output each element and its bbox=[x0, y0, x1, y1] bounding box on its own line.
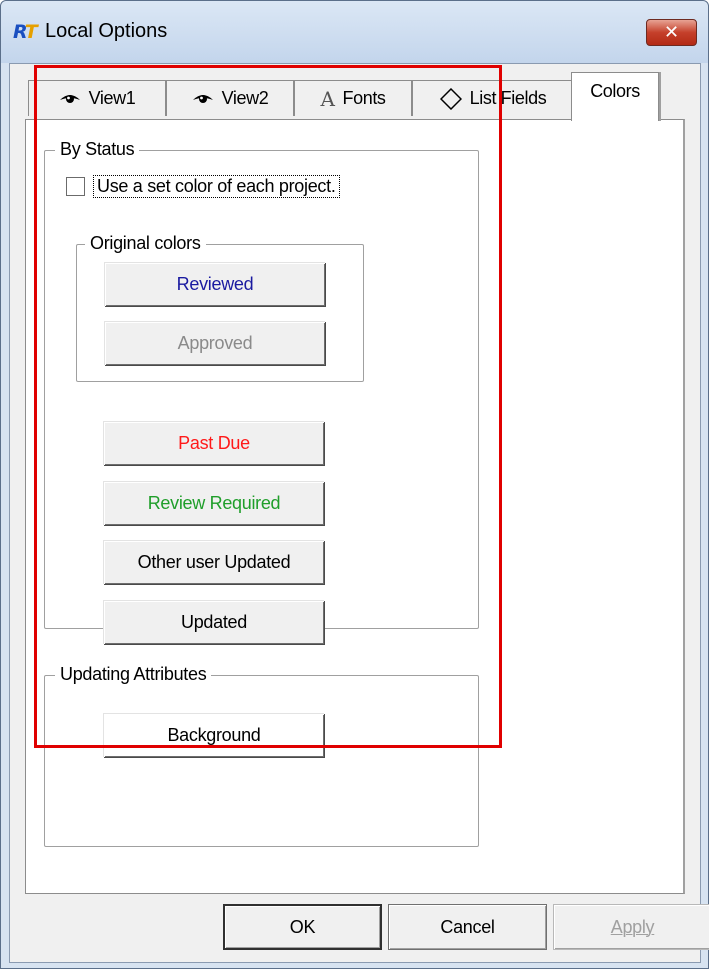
by-status-label: By Status bbox=[55, 138, 140, 160]
tab-label: Fonts bbox=[342, 88, 386, 108]
cancel-button[interactable]: Cancel bbox=[388, 904, 547, 950]
window-title: Local Options bbox=[45, 20, 168, 42]
eye-icon bbox=[192, 92, 214, 106]
original-colors-group: Original colors Reviewed Approved bbox=[76, 232, 364, 382]
past-due-color-button[interactable]: Past Due bbox=[103, 421, 324, 465]
local-options-dialog: RT Local Options ✕ View1 View2 A Fonts L… bbox=[0, 0, 709, 969]
background-label: Background bbox=[167, 725, 261, 745]
tab-colors[interactable]: Colors bbox=[571, 72, 659, 121]
tab-label: List Fields bbox=[469, 88, 547, 108]
approved-label: Approved bbox=[177, 333, 253, 353]
app-logo-icon: RT bbox=[13, 21, 38, 43]
tab-label: Colors bbox=[590, 80, 640, 101]
review-required-color-button[interactable]: Review Required bbox=[103, 481, 324, 525]
other-user-updated-color-button[interactable]: Other user Updated bbox=[103, 540, 324, 584]
original-colors-label: Original colors bbox=[85, 232, 206, 254]
apply-button[interactable]: Apply bbox=[553, 904, 709, 950]
close-button[interactable]: ✕ bbox=[646, 19, 697, 46]
reviewed-label: Reviewed bbox=[176, 274, 254, 294]
cancel-label: Cancel bbox=[440, 916, 495, 937]
tab-label: View1 bbox=[88, 88, 136, 108]
font-icon: A bbox=[320, 86, 335, 111]
review-required-label: Review Required bbox=[147, 493, 281, 513]
background-color-button[interactable]: Background bbox=[103, 713, 324, 757]
use-set-color-checkbox[interactable] bbox=[66, 177, 85, 196]
tab-view2[interactable]: View2 bbox=[166, 80, 294, 116]
tab-view1[interactable]: View1 bbox=[28, 80, 166, 116]
tab-list-fields[interactable]: List Fields bbox=[412, 80, 574, 116]
apply-label: Apply bbox=[610, 916, 655, 937]
ok-label: OK bbox=[289, 916, 316, 937]
past-due-label: Past Due bbox=[178, 433, 250, 453]
by-status-group: By Status Use a set color of each projec… bbox=[44, 138, 479, 644]
reviewed-color-button[interactable]: Reviewed bbox=[104, 262, 325, 306]
colors-tab-panel: By Status Use a set color of each projec… bbox=[25, 119, 685, 894]
use-set-color-checkbox-row[interactable]: Use a set color of each project. bbox=[66, 175, 340, 198]
tab-fonts[interactable]: A Fonts bbox=[294, 80, 412, 116]
diamond-icon bbox=[439, 87, 462, 110]
updating-attributes-label: Updating Attributes bbox=[55, 663, 212, 685]
title-bar: RT Local Options ✕ bbox=[1, 1, 708, 63]
ok-button[interactable]: OK bbox=[223, 904, 382, 950]
updating-attributes-group: Updating Attributes Background bbox=[44, 663, 479, 847]
use-set-color-label[interactable]: Use a set color of each project. bbox=[93, 175, 340, 198]
updated-color-button[interactable]: Updated bbox=[103, 600, 324, 644]
dialog-client-area: View1 View2 A Fonts List Fields Colors B… bbox=[9, 63, 701, 963]
approved-color-button[interactable]: Approved bbox=[104, 321, 325, 365]
tab-label: View2 bbox=[221, 88, 269, 108]
eye-icon bbox=[59, 92, 81, 106]
other-user-updated-label: Other user Updated bbox=[137, 552, 291, 572]
updated-label: Updated bbox=[181, 612, 247, 632]
